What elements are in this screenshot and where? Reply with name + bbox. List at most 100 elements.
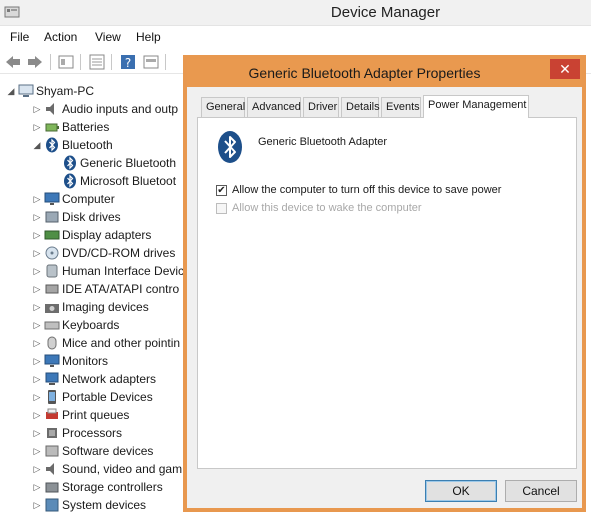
expand-arrow-icon[interactable]: ▷ bbox=[32, 355, 42, 367]
tree-item-label: Portable Devices bbox=[62, 390, 153, 404]
expand-arrow-icon[interactable]: ▷ bbox=[32, 373, 42, 385]
expand-arrow-icon[interactable]: ▷ bbox=[32, 481, 42, 493]
tab-events[interactable]: Events bbox=[381, 97, 421, 117]
window-title: Device Manager bbox=[330, 4, 441, 21]
speaker-icon bbox=[46, 103, 54, 115]
allow-turn-off-checkbox[interactable]: ✔ bbox=[216, 185, 227, 196]
printer-icon bbox=[46, 408, 58, 419]
tree-item-label: IDE ATA/ATAPI contro bbox=[62, 282, 180, 296]
computer-icon bbox=[18, 84, 34, 97]
power-management-panel: Generic Bluetooth Adapter ✔ Allow the co… bbox=[197, 117, 577, 469]
scan-hardware-icon[interactable] bbox=[142, 53, 160, 71]
system-device-icon bbox=[45, 498, 59, 512]
expand-arrow-icon[interactable]: ▷ bbox=[32, 121, 42, 133]
menu-view[interactable]: View bbox=[95, 30, 121, 44]
tree-item-label: Disk drives bbox=[62, 210, 121, 224]
list-view-icon[interactable] bbox=[88, 53, 106, 71]
tree-item-label: Audio inputs and outp bbox=[62, 102, 179, 116]
properties-sheet-icon[interactable] bbox=[57, 53, 75, 71]
bluetooth-icon bbox=[64, 155, 76, 171]
title-bar: Device Manager bbox=[0, 0, 591, 26]
toolbar-separator bbox=[80, 54, 81, 70]
expand-arrow-icon[interactable]: ▷ bbox=[32, 337, 42, 349]
ok-button[interactable]: OK bbox=[425, 480, 497, 502]
properties-dialog: Generic Bluetooth Adapter Properties ✕ G… bbox=[183, 55, 586, 512]
help-icon[interactable]: ? bbox=[119, 53, 137, 71]
expand-arrow-icon[interactable]: ▷ bbox=[32, 463, 42, 475]
tree-item-label: Generic Bluetooth bbox=[80, 156, 177, 170]
bluetooth-icon bbox=[64, 173, 76, 189]
expand-arrow-icon[interactable]: ▷ bbox=[32, 103, 42, 115]
tree-item-label: Imaging devices bbox=[62, 300, 149, 314]
expand-arrow-icon[interactable]: ▷ bbox=[32, 193, 42, 205]
tab-details[interactable]: Details bbox=[341, 97, 380, 117]
device-manager-window: Device Manager File Action View Help ? ◢… bbox=[0, 0, 591, 516]
bluetooth-icon bbox=[218, 131, 242, 163]
camera-icon bbox=[45, 304, 59, 313]
dialog-title-bar: Generic Bluetooth Adapter Properties ✕ bbox=[187, 59, 582, 87]
hid-icon bbox=[46, 264, 58, 278]
expand-arrow-icon[interactable]: ▷ bbox=[32, 211, 42, 223]
forward-arrow-icon[interactable] bbox=[26, 53, 44, 71]
tree-item-label: Computer bbox=[62, 192, 115, 206]
network-icon bbox=[45, 372, 59, 385]
portable-device-icon bbox=[48, 390, 56, 404]
device-tree: ◢ Shyam-PC ▷ Audio inputs and outp ▷ Batter… bbox=[6, 84, 185, 512]
processor-icon bbox=[47, 428, 57, 438]
mouse-icon bbox=[47, 336, 57, 350]
tree-item-label: Monitors bbox=[62, 354, 109, 368]
tab-general[interactable]: General bbox=[201, 97, 245, 117]
tree-item-label: Network adapters bbox=[62, 372, 157, 386]
expand-arrow-icon[interactable]: ▷ bbox=[32, 499, 42, 511]
tree-item-label: Mice and other pointin bbox=[62, 336, 181, 350]
tree-item-label: Sound, video and gam bbox=[62, 462, 183, 476]
tree-item-label: Storage controllers bbox=[62, 480, 163, 494]
tree-item-label: Batteries bbox=[62, 120, 110, 134]
menu-help[interactable]: Help bbox=[136, 30, 161, 44]
dvd-icon bbox=[45, 246, 59, 260]
toolbar-separator bbox=[50, 54, 51, 70]
monitor-icon bbox=[44, 354, 60, 367]
battery-icon bbox=[45, 123, 59, 132]
tree-item-label: Processors bbox=[62, 426, 123, 440]
expand-arrow-icon[interactable]: ▷ bbox=[32, 265, 42, 277]
speaker-icon bbox=[46, 463, 54, 475]
ide-icon bbox=[45, 284, 59, 294]
tree-item-label: Human Interface Devic bbox=[62, 264, 185, 278]
toolbar-separator bbox=[165, 54, 166, 70]
expand-arrow-icon[interactable]: ▷ bbox=[32, 391, 42, 403]
software-device-icon bbox=[45, 445, 59, 457]
collapse-arrow-icon[interactable]: ◢ bbox=[6, 85, 16, 97]
tab-advanced[interactable]: Advanced bbox=[247, 97, 301, 117]
device-name: Generic Bluetooth Adapter bbox=[258, 136, 388, 148]
expand-arrow-icon[interactable]: ▷ bbox=[32, 445, 42, 457]
svg-text:?: ? bbox=[125, 56, 131, 70]
bluetooth-icon bbox=[46, 137, 58, 153]
tab-power-management[interactable]: Power Management bbox=[423, 95, 529, 118]
collapse-arrow-icon[interactable]: ◢ bbox=[32, 139, 42, 151]
tree-item-label: DVD/CD-ROM drives bbox=[62, 246, 176, 260]
expand-arrow-icon[interactable]: ▷ bbox=[32, 409, 42, 421]
expand-arrow-icon[interactable]: ▷ bbox=[32, 247, 42, 259]
menu-file[interactable]: File bbox=[10, 30, 29, 44]
expand-arrow-icon[interactable]: ▷ bbox=[32, 283, 42, 295]
allow-turn-off-label: Allow the computer to turn off this devi… bbox=[232, 184, 502, 196]
allow-wake-checkbox bbox=[216, 203, 227, 214]
close-button[interactable]: ✕ bbox=[550, 59, 580, 79]
back-arrow-icon[interactable] bbox=[4, 53, 22, 71]
expand-arrow-icon[interactable]: ▷ bbox=[32, 319, 42, 331]
disk-icon bbox=[45, 211, 59, 223]
tree-item-label: Microsoft Bluetoot bbox=[80, 174, 177, 188]
tree-item-label: Bluetooth bbox=[62, 138, 113, 152]
expand-arrow-icon[interactable]: ▷ bbox=[32, 301, 42, 313]
tree-item-label: Keyboards bbox=[62, 318, 120, 332]
allow-wake-label: Allow this device to wake the computer bbox=[232, 202, 422, 214]
cancel-button[interactable]: Cancel bbox=[505, 480, 577, 502]
expand-arrow-icon[interactable]: ▷ bbox=[32, 229, 42, 241]
expand-arrow-icon[interactable]: ▷ bbox=[32, 427, 42, 439]
tree-item-label: System devices bbox=[62, 498, 147, 512]
menu-action[interactable]: Action bbox=[44, 30, 77, 44]
tab-driver[interactable]: Driver bbox=[303, 97, 339, 117]
tree-item-label: Software devices bbox=[62, 444, 154, 458]
dialog-title: Generic Bluetooth Adapter Properties bbox=[248, 65, 481, 81]
